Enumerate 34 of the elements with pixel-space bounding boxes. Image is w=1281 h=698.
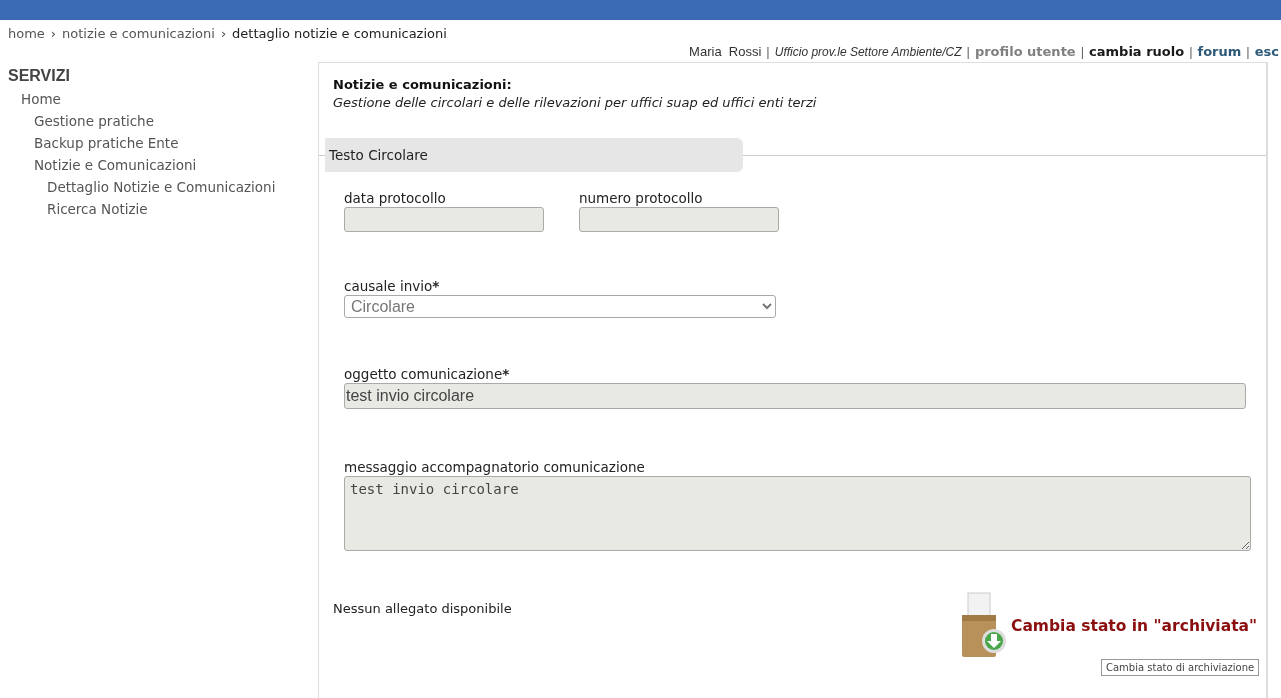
sidebar-title: SERVIZI [8,67,71,85]
header-link[interactable]: forum [1197,44,1242,59]
sidebar-item[interactable]: Gestione pratiche [34,110,154,132]
sidebar-item[interactable]: Backup pratiche Ente [34,132,179,154]
breadcrumb-separator: › [50,26,57,43]
header-link[interactable]: profilo utente [974,44,1076,59]
field-label: messaggio accompagnatorio comunicazione [344,459,646,476]
field-label: oggetto comunicazione* [344,366,511,383]
separator: | [1246,44,1250,59]
page-title: Notizie e comunicazioni: [333,77,513,92]
separator: | [1189,44,1193,59]
separator: | [1080,44,1085,59]
breadcrumb-link[interactable]: home [8,26,45,44]
attachments-empty-text: Nessun allegato disponibile [332,601,513,616]
field-label: causale invio* [344,278,441,295]
field-label: data protocollo [344,190,447,207]
sidebar-item[interactable]: Dettaglio Notizie e Comunicazioni [47,176,276,198]
section-header: Testo Circolare [325,138,743,172]
field-label: numero protocollo [579,190,704,207]
header-link[interactable]: esc [1254,44,1279,59]
separator: | [766,44,770,59]
page-subtitle: Gestione delle circolari e delle rilevazioni per uffici suap ed uffici enti terzi [333,95,818,110]
header-link[interactable]: cambia ruolo [1089,44,1185,59]
user-name: Maria Rossi [689,44,762,59]
breadcrumb-current: dettaglio notizie e comunicazioni [232,26,447,43]
tooltip: Cambia stato di archiviazione [1101,659,1260,676]
separator: | [966,44,970,59]
sidebar-item[interactable]: Ricerca Notizie [47,198,148,220]
office-name: Ufficio prov.le Settore Ambiente/CZ [774,45,962,59]
sidebar-item[interactable]: Home [21,88,61,110]
breadcrumb-separator: › [220,26,227,43]
sidebar-item[interactable]: Notizie e Comunicazioni [34,154,197,176]
dropdown[interactable]: Circolare [344,295,776,318]
breadcrumb-link[interactable]: notizie e comunicazioni [62,26,215,44]
